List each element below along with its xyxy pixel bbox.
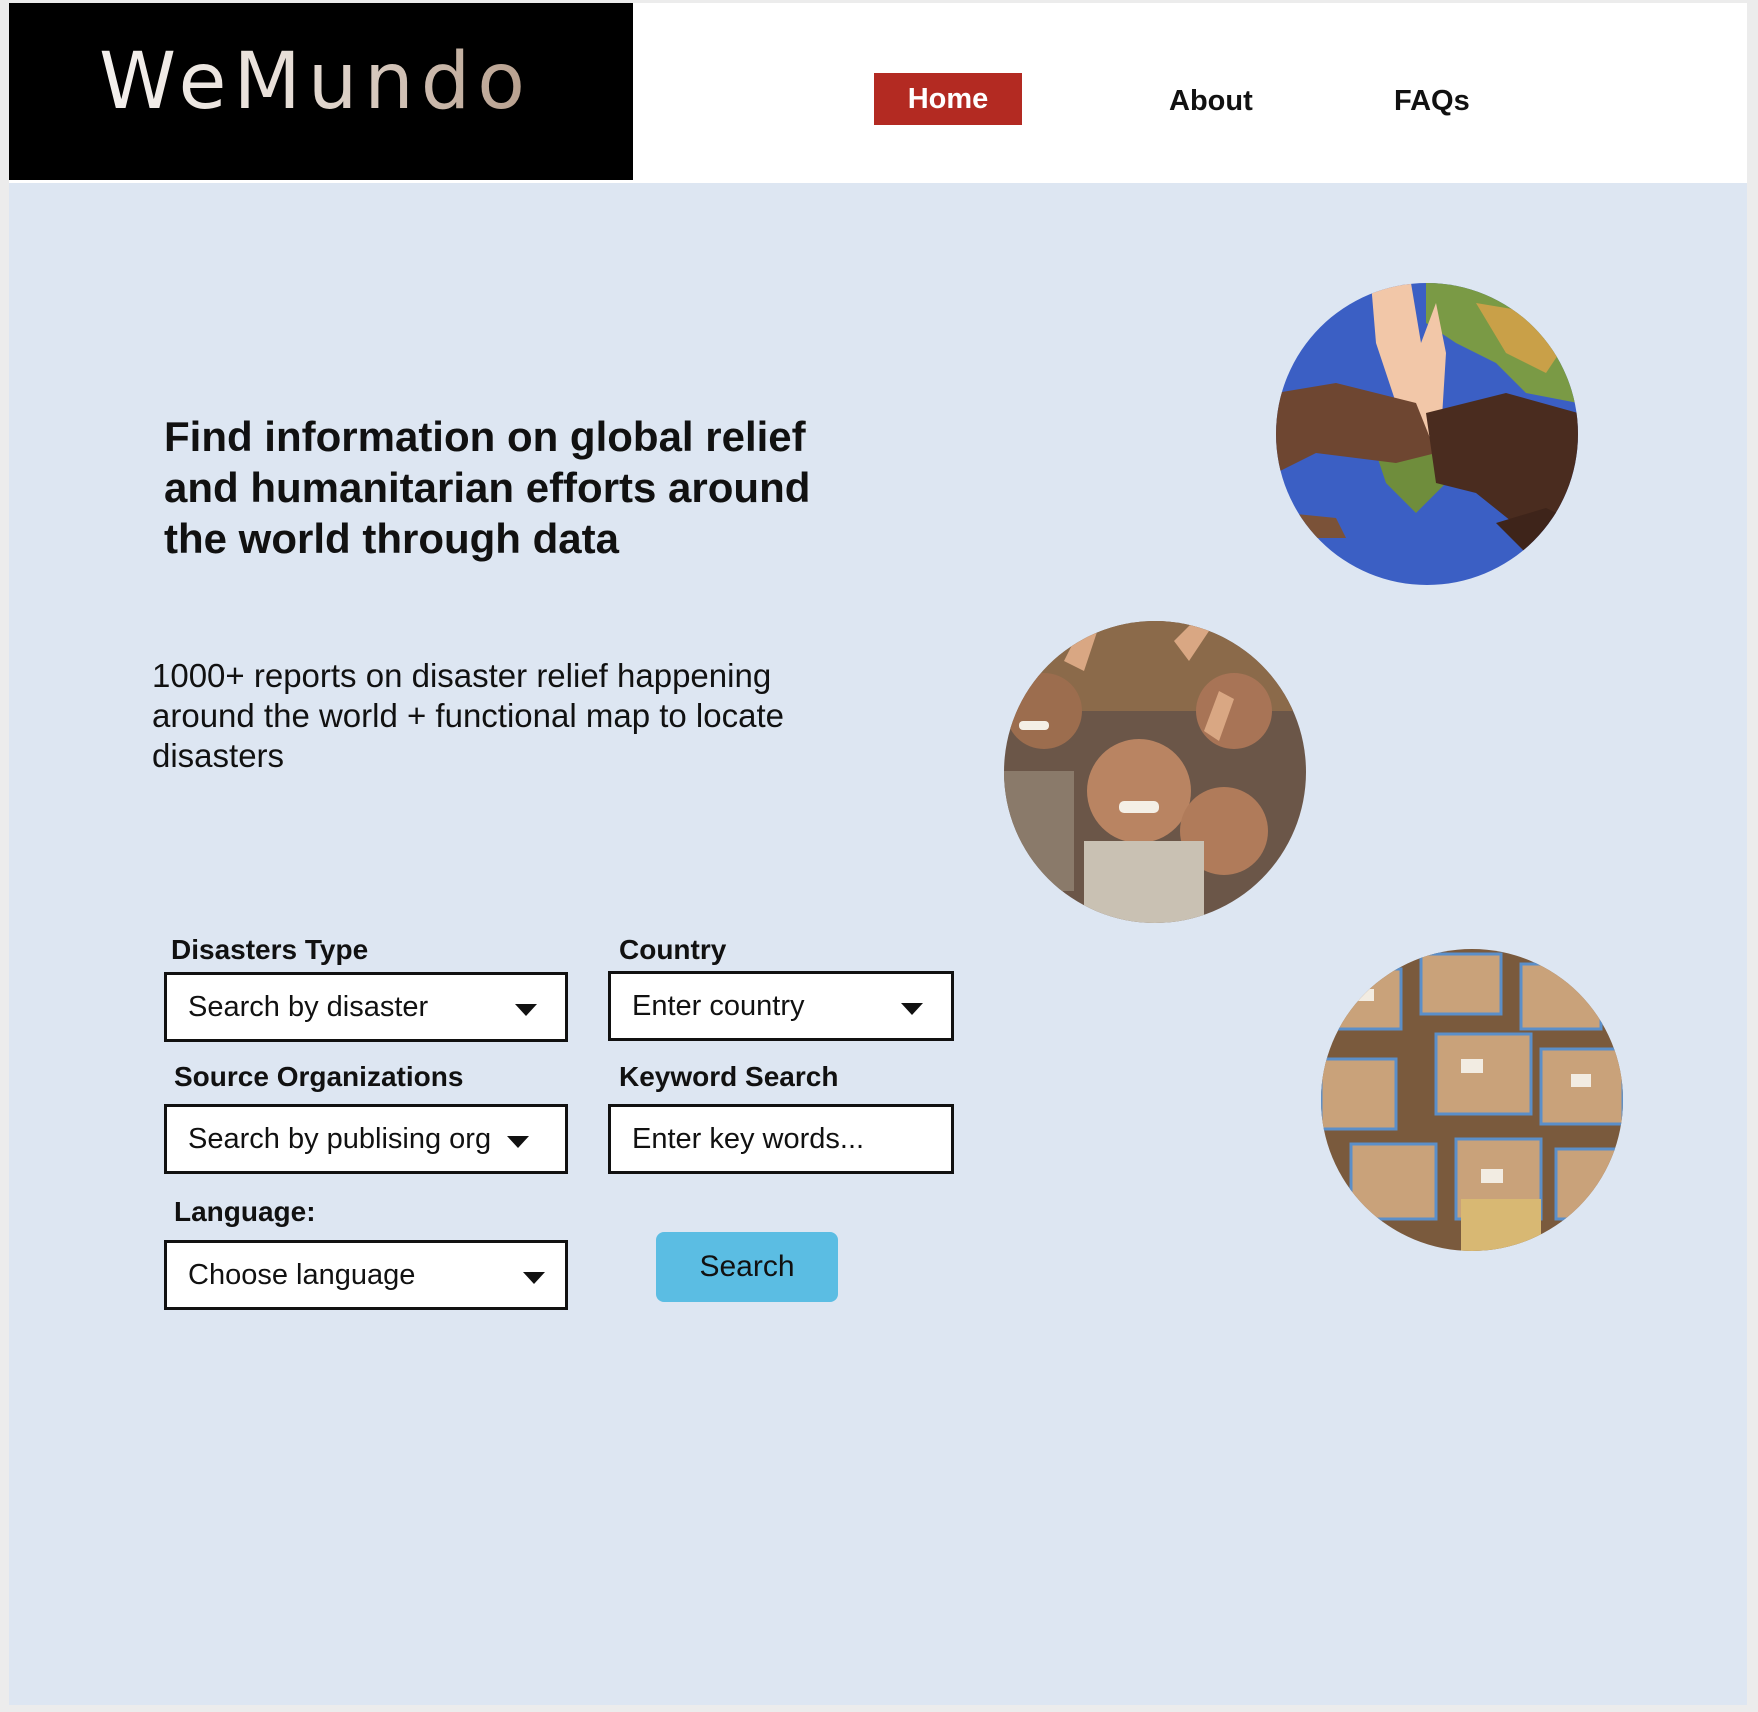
chevron-down-icon — [523, 1272, 545, 1284]
search-button[interactable]: Search — [656, 1232, 838, 1302]
disaster-type-select[interactable]: Search by disaster — [164, 972, 568, 1042]
country-label: Country — [619, 934, 727, 965]
disaster-type-label: Disasters Type — [171, 934, 369, 965]
hero-headline: Find information on global relief and hu… — [164, 413, 811, 562]
smiling-children-photo — [1004, 621, 1306, 923]
hero-subtext: 1000+ reports on disaster relief happeni… — [152, 657, 784, 774]
language-label: Language: — [174, 1196, 316, 1227]
country-select[interactable]: Enter country — [608, 971, 954, 1041]
chevron-down-icon — [901, 1003, 923, 1015]
logo-text: WeMundo — [99, 37, 532, 127]
language-value: Choose language — [188, 1258, 416, 1291]
disaster-type-value: Search by disaster — [188, 990, 429, 1023]
chevron-down-icon — [507, 1136, 529, 1148]
source-org-label: Source Organizations — [174, 1061, 464, 1092]
country-value: Enter country — [632, 989, 805, 1022]
keyword-label: Keyword Search — [619, 1061, 839, 1092]
page-frame: WeMundo Home About FAQs Find information… — [9, 3, 1747, 1705]
language-select[interactable]: Choose language — [164, 1240, 568, 1310]
source-org-select[interactable]: Search by publising org — [164, 1104, 568, 1174]
nav-about-link[interactable]: About — [1169, 85, 1253, 118]
logo[interactable]: WeMundo — [9, 3, 633, 180]
hands-on-globe-photo — [1276, 283, 1578, 585]
keyword-search-input[interactable]: Enter key words... — [608, 1104, 954, 1174]
chevron-down-icon — [515, 1004, 537, 1016]
nav-faqs-link[interactable]: FAQs — [1394, 85, 1470, 118]
aid-supply-boxes-photo — [1321, 949, 1623, 1251]
nav-home-link[interactable]: Home — [874, 73, 1022, 125]
keyword-placeholder: Enter key words... — [632, 1122, 865, 1155]
site-header: WeMundo Home About FAQs — [9, 3, 1747, 183]
source-org-value: Search by publising org — [188, 1122, 492, 1155]
